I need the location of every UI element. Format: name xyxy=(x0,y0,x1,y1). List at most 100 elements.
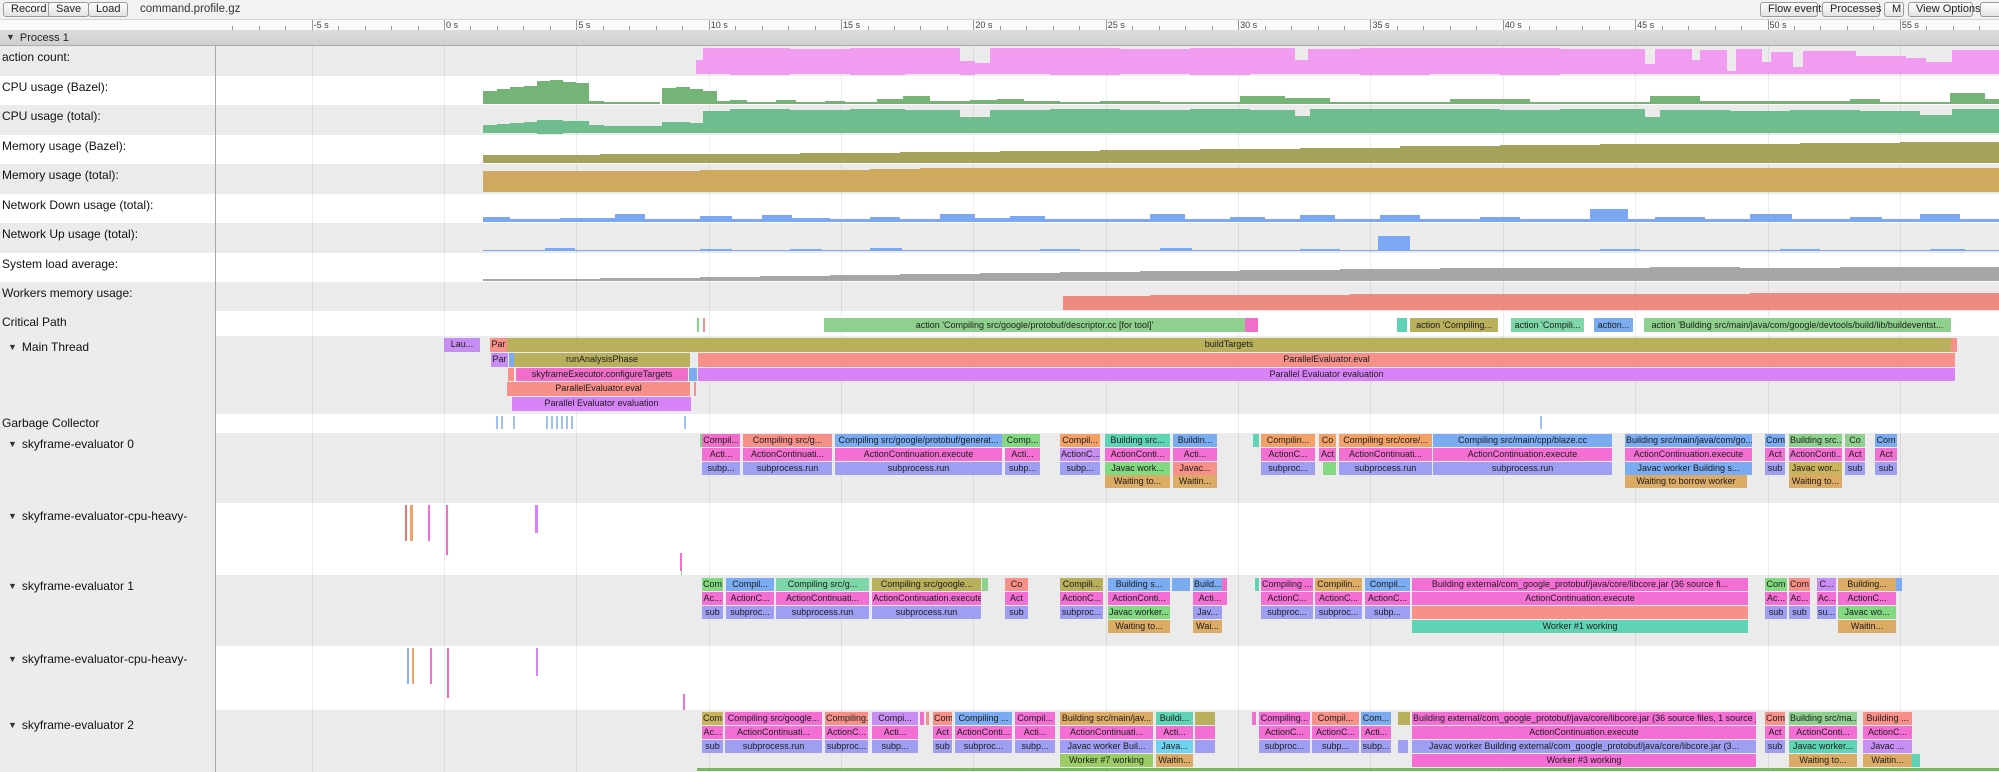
timeline-event[interactable]: ActionContinuation.execute xyxy=(1412,592,1748,605)
timeline-event[interactable]: ActionC... xyxy=(1060,448,1100,461)
timeline-event[interactable]: Compiling... xyxy=(825,712,868,725)
timeline-event[interactable]: sub xyxy=(1789,606,1810,619)
timeline-event[interactable]: ActionContinuati... xyxy=(1339,448,1432,461)
timeline-event[interactable]: Worker #3 working xyxy=(1412,754,1756,767)
timeline-event[interactable] xyxy=(1323,462,1336,475)
collapse-arrow-icon[interactable]: ▼ xyxy=(6,29,15,45)
timeline-event[interactable] xyxy=(689,368,697,382)
timeline-event[interactable]: Buildi... xyxy=(1156,712,1193,725)
collapse-arrow-icon[interactable]: ▼ xyxy=(8,720,17,730)
timeline-tick-event[interactable] xyxy=(561,416,563,429)
timeline-event[interactable]: Compil... xyxy=(1312,712,1359,725)
timeline-event[interactable]: subprocess.run xyxy=(743,462,832,475)
timeline-event[interactable]: Building src/main/jav... xyxy=(1060,712,1153,725)
timeline-event[interactable]: Wai... xyxy=(1193,620,1222,633)
timeline-tick-event[interactable] xyxy=(683,694,685,710)
timeline-event[interactable]: Ac... xyxy=(1789,592,1810,605)
timeline-event[interactable]: Com xyxy=(702,578,723,591)
timeline-tick-event[interactable] xyxy=(412,648,414,684)
track-label-skyframe-evaluator-2[interactable]: ▼skyframe-evaluator 2 xyxy=(8,718,134,732)
timeline-event[interactable]: Lau... xyxy=(444,338,480,352)
timeline-event[interactable]: Waitin... xyxy=(1173,475,1217,488)
timeline-event[interactable]: Java... xyxy=(1156,740,1193,753)
timeline-tick-event[interactable] xyxy=(405,505,407,541)
timeline-event[interactable]: ActionC... xyxy=(1365,592,1410,605)
timeline-event[interactable]: subproc... xyxy=(1259,740,1310,753)
timeline-event[interactable]: Ac... xyxy=(1817,592,1836,605)
timeline-event[interactable]: Acti... xyxy=(872,726,918,739)
timeline-event[interactable] xyxy=(1172,578,1190,591)
timeline-event[interactable]: Jav... xyxy=(1193,606,1222,619)
metadata-button[interactable]: M xyxy=(1884,2,1904,17)
timeline-event[interactable]: subproc... xyxy=(1315,606,1362,619)
timeline-event[interactable]: ActionC... xyxy=(1261,448,1315,461)
timeline-event[interactable]: Com xyxy=(1765,712,1785,725)
timeline-event[interactable]: Ac... xyxy=(1765,592,1787,605)
timeline-event[interactable]: ActionContinuati... xyxy=(1060,726,1153,739)
timeline-event[interactable]: ActionContinuation.execute xyxy=(1625,448,1752,461)
timeline-tick-event[interactable] xyxy=(407,648,409,684)
timeline-event[interactable] xyxy=(1195,726,1215,739)
timeline-event[interactable]: ActionC... xyxy=(1315,592,1362,605)
timeline-event[interactable] xyxy=(694,382,696,396)
timeline-event[interactable] xyxy=(697,318,699,332)
timeline-event[interactable]: Compiling src/g... xyxy=(776,578,869,591)
timeline-event[interactable]: ActionC... xyxy=(1259,726,1310,739)
timeline-event[interactable]: Compilin... xyxy=(1315,578,1362,591)
timeline-event[interactable] xyxy=(1397,318,1407,332)
timeline-event[interactable]: Acti... xyxy=(1193,592,1227,605)
timeline-event[interactable]: Compil... xyxy=(1060,434,1100,447)
timeline-event[interactable]: ActionConti... xyxy=(1105,448,1170,461)
timeline-tick-event[interactable] xyxy=(566,416,568,429)
timeline-event[interactable]: subp... xyxy=(1361,740,1391,753)
timeline-tick-event[interactable] xyxy=(1540,416,1542,429)
timeline-event[interactable]: subprocess.run xyxy=(1433,462,1612,475)
timeline-event[interactable]: Javac worker Buil... xyxy=(1060,740,1153,753)
timeline-tick-event[interactable] xyxy=(430,648,432,684)
timeline-event[interactable]: sub xyxy=(1845,462,1865,475)
timeline-event[interactable]: ActionC... xyxy=(1863,726,1912,739)
timeline-event[interactable]: ActionConti... xyxy=(955,726,1012,739)
timeline-event[interactable]: ActionContinuation.execute xyxy=(835,448,1002,461)
timeline-event[interactable]: Javac work... xyxy=(1105,462,1170,475)
timeline-event[interactable]: Ac... xyxy=(702,592,723,605)
timeline-event[interactable] xyxy=(1245,318,1258,332)
load-button[interactable]: Load xyxy=(88,2,128,17)
timeline-event[interactable]: Act xyxy=(1875,448,1897,461)
timeline-event[interactable]: runAnalysisPhase xyxy=(514,353,690,367)
timeline-event[interactable]: ActionContinuation.execute xyxy=(872,592,981,605)
processes-button[interactable]: Processes xyxy=(1822,2,1880,17)
timeline-event[interactable]: Acti... xyxy=(1361,726,1391,739)
collapse-arrow-icon[interactable]: ▼ xyxy=(8,342,17,352)
timeline-event[interactable]: Com xyxy=(1765,578,1787,591)
timeline-event[interactable]: subproc... xyxy=(825,740,868,753)
timeline-event[interactable]: Waiting to... xyxy=(1105,475,1170,488)
timeline-event[interactable]: Worker #1 working xyxy=(1412,620,1748,633)
timeline-event[interactable]: Co xyxy=(1319,434,1336,447)
timeline-event[interactable]: subproc... xyxy=(1261,606,1313,619)
timeline-event[interactable]: Compilin... xyxy=(1261,434,1315,447)
timeline-event[interactable]: ActionC... xyxy=(1261,592,1313,605)
timeline-event[interactable]: sub xyxy=(1765,740,1785,753)
timeline-event[interactable]: subp... xyxy=(1365,606,1410,619)
timeline-tick-event[interactable] xyxy=(536,648,538,676)
timeline-event[interactable]: ActionConti... xyxy=(1789,448,1842,461)
timeline-event[interactable]: sub xyxy=(1875,462,1897,475)
timeline-event[interactable]: Act xyxy=(1765,448,1785,461)
timeline-event[interactable]: Par xyxy=(490,338,507,352)
timeline-event[interactable]: ActionC... xyxy=(1312,726,1359,739)
collapse-arrow-icon[interactable]: ▼ xyxy=(8,654,17,664)
timeline-event[interactable]: Building src... xyxy=(1789,434,1842,447)
timeline-event[interactable]: sub xyxy=(1765,606,1787,619)
timeline-event[interactable]: Com xyxy=(702,712,723,725)
timeline-event[interactable]: Par xyxy=(491,353,508,367)
timeline-event[interactable]: Buildin... xyxy=(1173,434,1217,447)
timeline-event[interactable]: subproc... xyxy=(1261,462,1315,475)
track-label-skyframe-evaluator-cpu-heavy[interactable]: ▼skyframe-evaluator-cpu-heavy- xyxy=(8,652,187,666)
track-label-skyframe-evaluator-1[interactable]: ▼skyframe-evaluator 1 xyxy=(8,579,134,593)
timeline-tick-event[interactable] xyxy=(535,505,538,533)
timeline-event[interactable]: Javac wor... xyxy=(1789,462,1842,475)
timeline-tick-event[interactable] xyxy=(513,416,515,429)
timeline-event[interactable]: action 'Building src/main/java/com/googl… xyxy=(1644,318,1951,332)
timeline-event[interactable]: Javac worker Building s... xyxy=(1625,462,1752,475)
